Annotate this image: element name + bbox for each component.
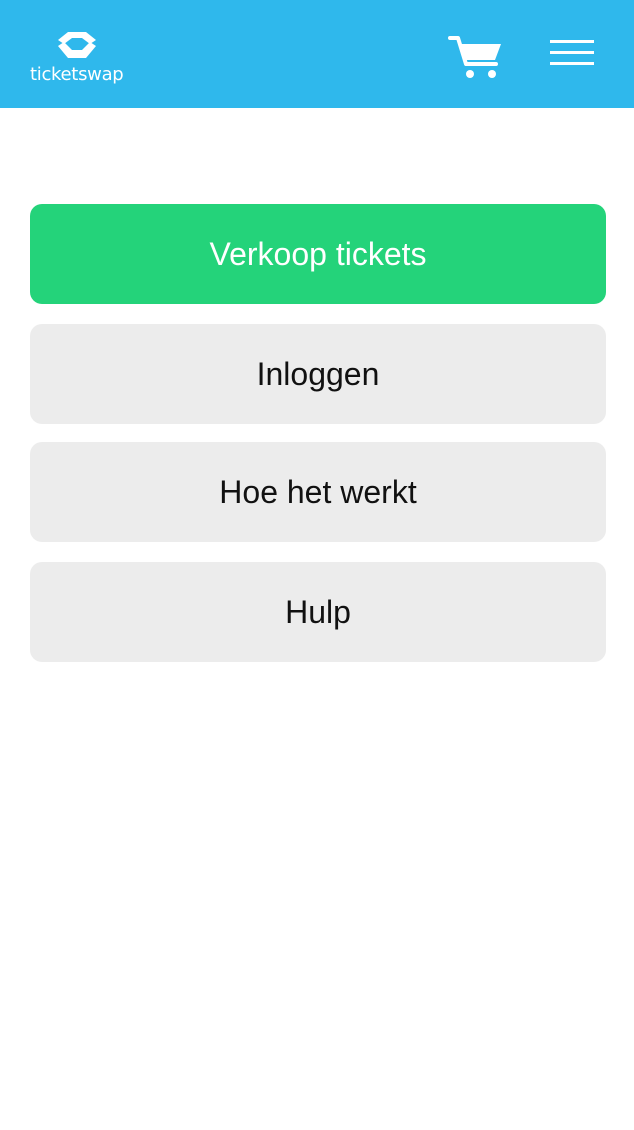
menu-line: [550, 51, 594, 54]
hamburger-menu-icon[interactable]: [550, 40, 594, 66]
sell-tickets-button[interactable]: Verkoop tickets: [30, 204, 606, 304]
ticketswap-logo[interactable]: ticketswap: [30, 30, 126, 90]
shopping-cart-icon[interactable]: [448, 34, 504, 80]
help-button[interactable]: Hulp: [30, 562, 606, 662]
ticketswap-logo-icon: [58, 32, 96, 58]
logo-text: ticketswap: [30, 64, 124, 85]
login-button[interactable]: Inloggen: [30, 324, 606, 424]
top-header: ticketswap: [0, 0, 634, 108]
menu-line: [550, 62, 594, 65]
menu-line: [550, 40, 594, 43]
how-it-works-button[interactable]: Hoe het werkt: [30, 442, 606, 542]
